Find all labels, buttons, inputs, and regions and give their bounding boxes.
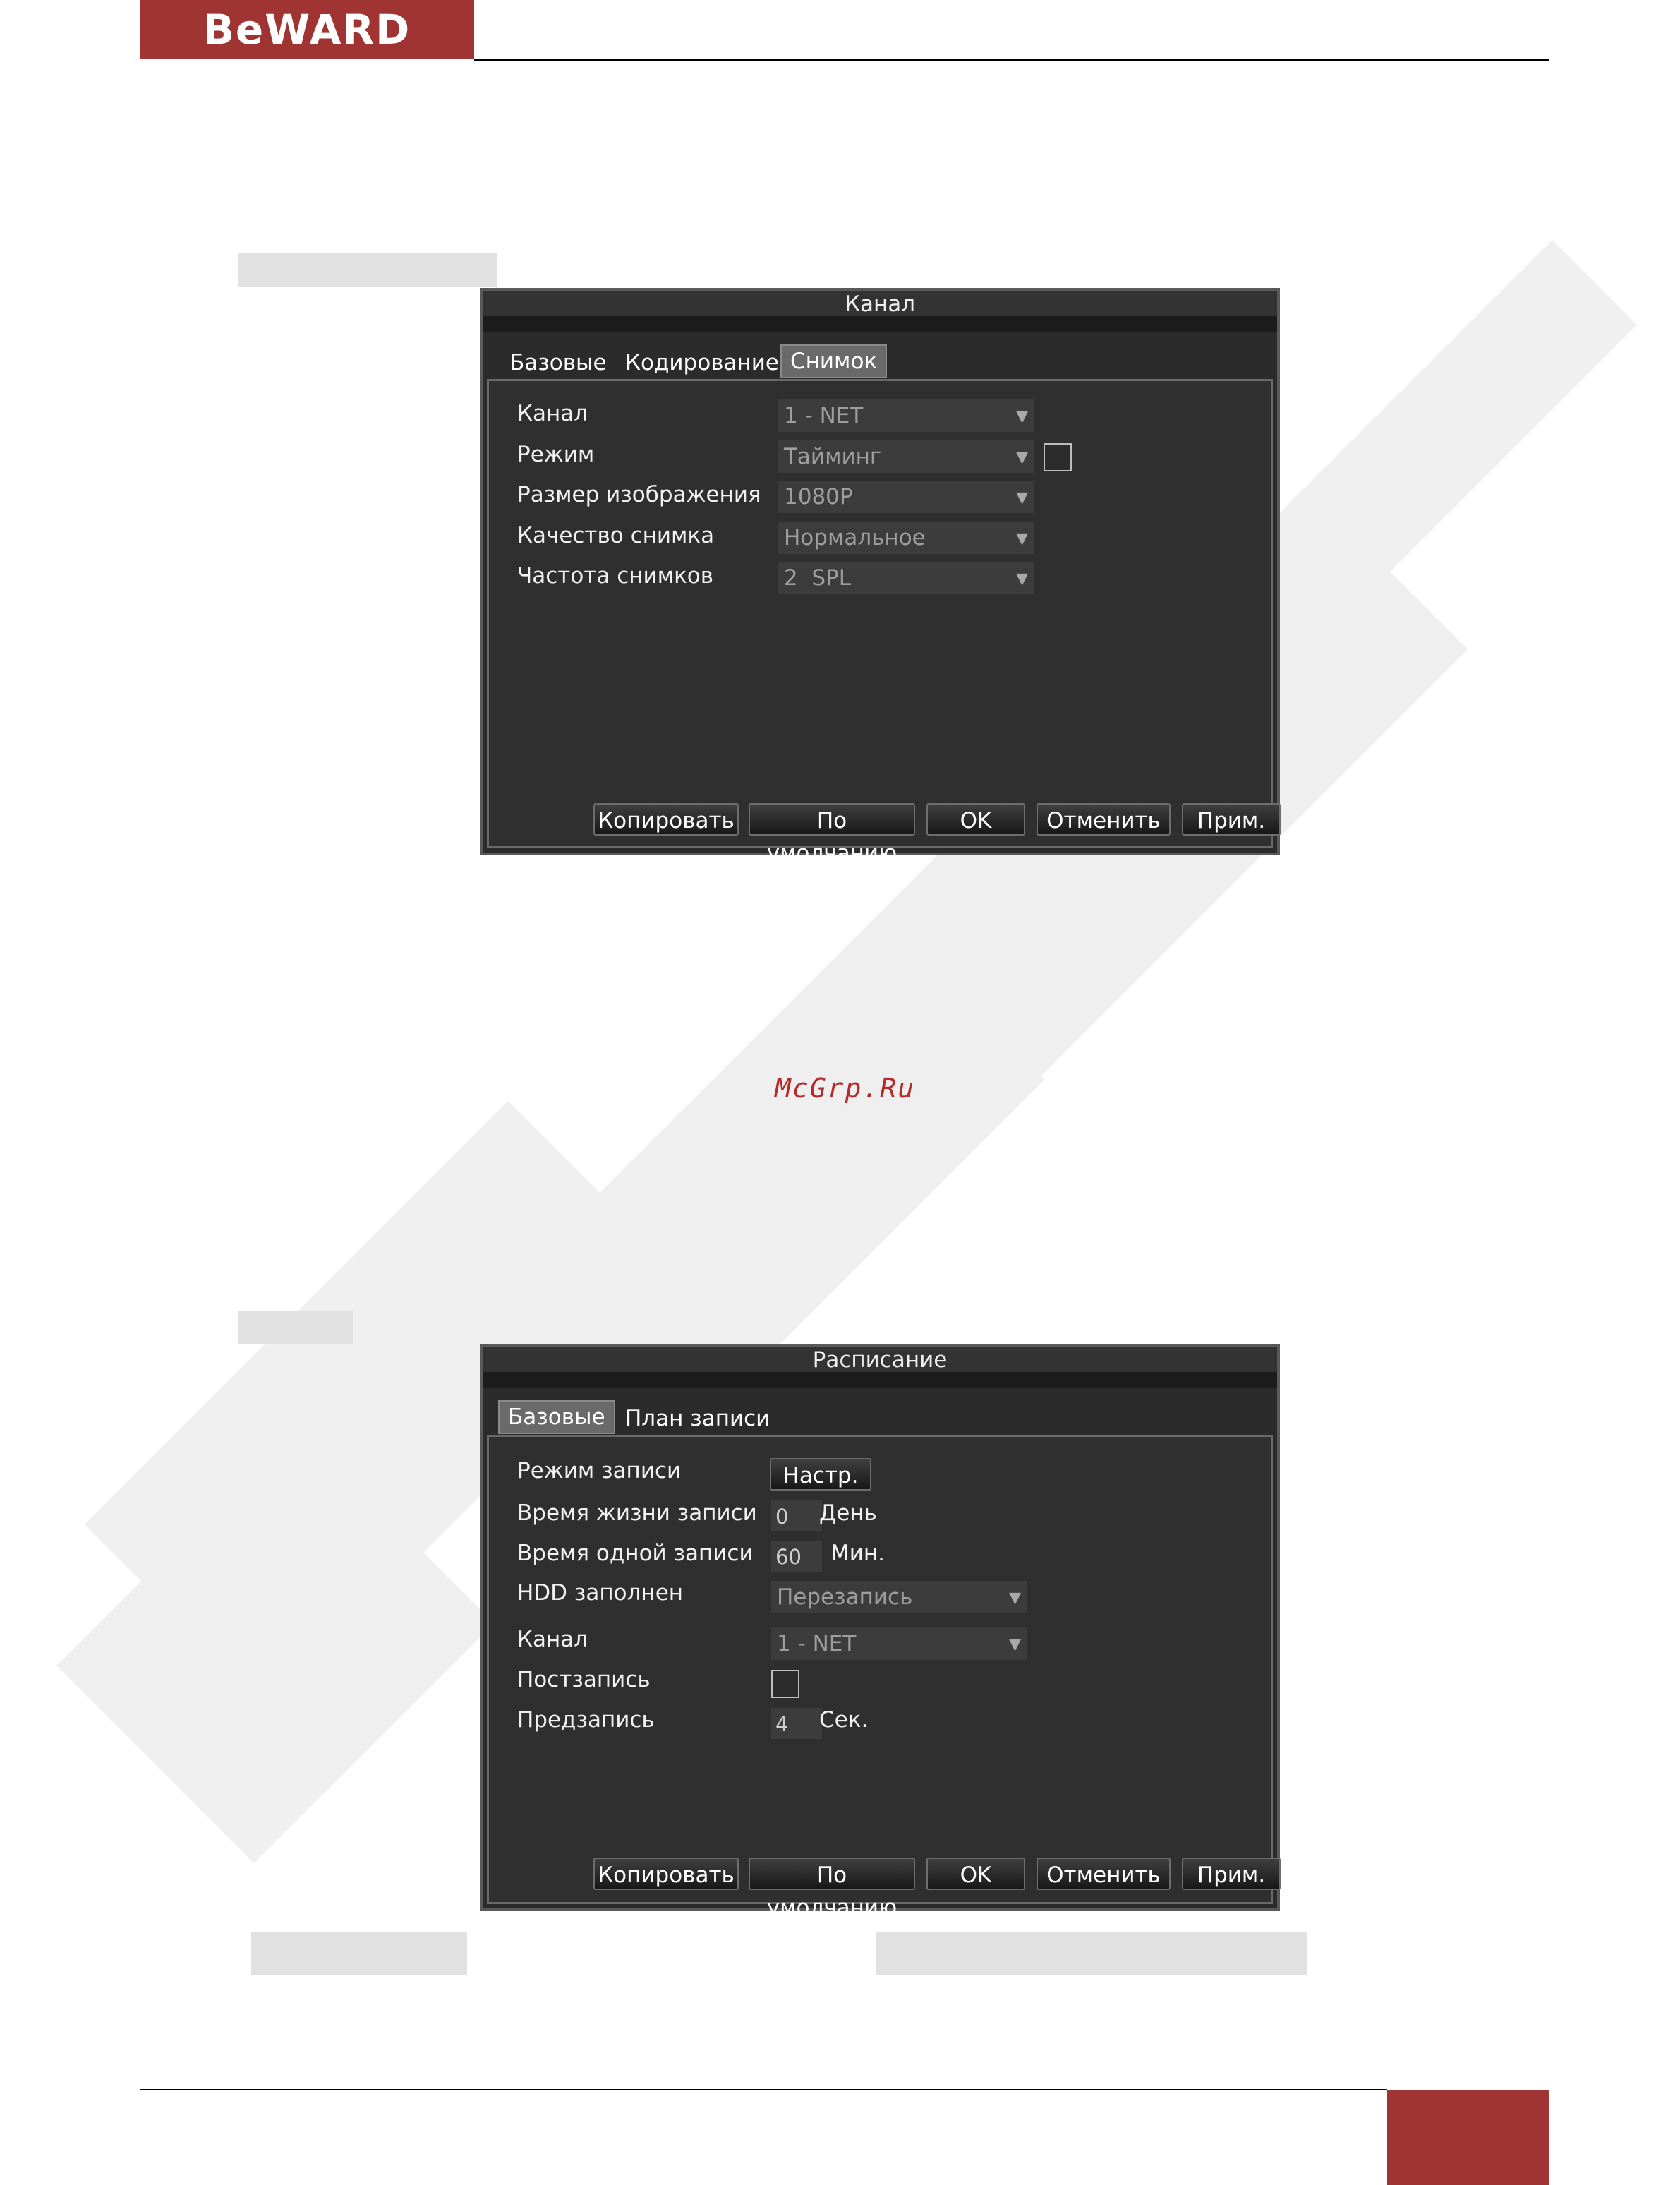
title-strip — [483, 316, 1277, 332]
single-record-label: Время одной записи — [517, 1541, 754, 1566]
tab-encoding[interactable]: Кодирование — [617, 347, 787, 378]
chevron-down-icon: ▼ — [1016, 530, 1028, 548]
channel-dialog: Канал Базовые Кодирование Снимок Канал 1… — [480, 288, 1281, 866]
caption-bar-4 — [876, 1932, 1307, 1975]
snapshot-panel: Канал 1 - NET ▼ Режим Тайминг ▼ Размер и… — [487, 379, 1281, 866]
tab-basic[interactable]: Базовые — [501, 347, 615, 378]
single-record-input[interactable]: 60 — [771, 1541, 822, 1572]
hdd-full-value: Перезапись — [777, 1584, 913, 1610]
mode-value: Тайминг — [784, 444, 882, 469]
schedule-dialog-body: Расписание Базовые План записи Режим зап… — [483, 1347, 1281, 1920]
schedule-dialog: Расписание Базовые План записи Режим зап… — [480, 1344, 1281, 1920]
apply-button[interactable]: Прим. — [1182, 803, 1281, 836]
pre-record-unit: Сек. — [819, 1707, 869, 1733]
tab-record-plan[interactable]: План записи — [617, 1403, 778, 1434]
schedule-panel: Режим записи Настр. Время жизни записи 0… — [487, 1435, 1281, 1920]
watermark-text: McGrp.Ru — [775, 1073, 916, 1104]
copy-button[interactable]: Копировать — [593, 1858, 739, 1890]
chevron-down-icon: ▼ — [1009, 1589, 1021, 1607]
dialog-title: Расписание — [483, 1347, 1277, 1373]
mode-checkbox[interactable] — [1044, 443, 1072, 471]
frequency-value: 2 SPL — [784, 565, 852, 591]
default-button[interactable]: По умолчанию — [749, 1858, 915, 1920]
ok-button[interactable]: OK — [926, 803, 1025, 836]
beward-logo: BeWARD — [140, 0, 474, 59]
caption-bar-3 — [251, 1932, 467, 1975]
lifetime-unit: День — [819, 1500, 877, 1526]
channel-select[interactable]: 1 - NET ▼ — [771, 1627, 1027, 1660]
quality-value: Нормальное — [784, 525, 926, 550]
chevron-down-icon: ▼ — [1016, 570, 1028, 588]
channel-label: Канал — [517, 1627, 588, 1652]
copy-button[interactable]: Копировать — [593, 803, 739, 836]
hdd-full-label: HDD заполнен — [517, 1580, 684, 1606]
header-rule — [474, 59, 1549, 61]
image-size-value: 1080P — [784, 484, 853, 510]
caption-bar-2 — [238, 1311, 353, 1344]
default-button[interactable]: По умолчанию — [749, 803, 915, 866]
title-strip — [483, 1372, 1277, 1388]
single-record-unit: Мин. — [830, 1541, 886, 1566]
mode-label: Режим — [517, 442, 595, 467]
frequency-select[interactable]: 2 SPL ▼ — [778, 562, 1034, 594]
chevron-down-icon: ▼ — [1016, 489, 1028, 507]
footer-rule — [140, 2089, 1387, 2090]
tab-basic[interactable]: Базовые — [498, 1400, 615, 1434]
chevron-down-icon: ▼ — [1016, 449, 1028, 467]
quality-select[interactable]: Нормальное ▼ — [778, 522, 1034, 554]
image-size-select[interactable]: 1080P ▼ — [778, 481, 1034, 513]
setup-button[interactable]: Настр. — [770, 1458, 871, 1491]
channel-select[interactable]: 1 - NET ▼ — [778, 399, 1034, 432]
channel-label: Канал — [517, 401, 588, 426]
page-number-box — [1387, 2090, 1549, 2185]
chevron-down-icon: ▼ — [1009, 1636, 1021, 1654]
cancel-button[interactable]: Отменить — [1037, 803, 1171, 836]
mode-select[interactable]: Тайминг ▼ — [778, 440, 1034, 473]
lifetime-input[interactable]: 0 — [771, 1500, 822, 1531]
channel-value: 1 - NET — [777, 1631, 857, 1656]
apply-button[interactable]: Прим. — [1182, 1858, 1281, 1890]
quality-label: Качество снимка — [517, 523, 715, 548]
post-record-checkbox[interactable] — [771, 1670, 799, 1698]
record-mode-label: Режим записи — [517, 1458, 682, 1483]
image-size-label: Размер изображения — [517, 482, 761, 507]
chevron-down-icon: ▼ — [1016, 408, 1028, 426]
ok-button[interactable]: OK — [926, 1858, 1025, 1890]
channel-value: 1 - NET — [784, 403, 864, 428]
channel-dialog-body: Канал Базовые Кодирование Снимок Канал 1… — [483, 291, 1281, 866]
post-record-label: Постзапись — [517, 1667, 651, 1692]
caption-bar-1 — [238, 253, 497, 287]
lifetime-label: Время жизни записи — [517, 1500, 757, 1526]
hdd-full-select[interactable]: Перезапись ▼ — [771, 1581, 1027, 1613]
frequency-label: Частота снимков — [517, 563, 714, 589]
cancel-button[interactable]: Отменить — [1037, 1858, 1171, 1890]
tab-snapshot[interactable]: Снимок — [780, 344, 888, 378]
pre-record-input[interactable]: 4 — [771, 1708, 822, 1739]
dialog-title: Канал — [483, 291, 1277, 317]
pre-record-label: Предзапись — [517, 1707, 655, 1733]
logo-text: BeWARD — [203, 6, 411, 54]
